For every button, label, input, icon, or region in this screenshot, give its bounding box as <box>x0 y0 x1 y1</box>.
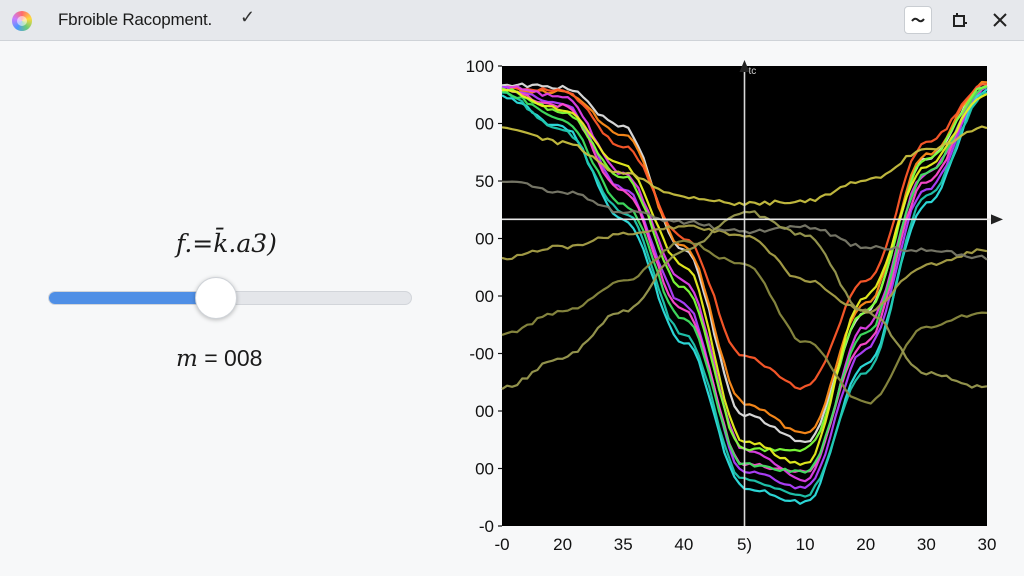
y-tick-label: 100 <box>466 57 494 76</box>
readout-symbol: m <box>176 346 198 372</box>
y-tick-label: -00 <box>469 345 494 364</box>
close-button[interactable] <box>986 6 1014 34</box>
y-tick-label: 00 <box>475 287 494 306</box>
x-tick-label: -0 <box>494 535 509 554</box>
app-logo-icon <box>12 11 32 31</box>
parameter-slider[interactable] <box>48 277 412 319</box>
x-tick-label: 20 <box>856 535 875 554</box>
y-tick-label: 50 <box>475 172 494 191</box>
y-tick-label: -0 <box>479 517 494 536</box>
x-tick-label: 30 <box>978 535 997 554</box>
x-tick-label: 20 <box>553 535 572 554</box>
slider-fill <box>49 292 216 304</box>
formula-label: f.=k̄.a3) <box>176 229 277 258</box>
chart-panel: tc 100 00 50 00 00 -00 00 00 -0 -0 20 35 40 5) 10 20 30 30 <box>440 56 1024 576</box>
slider-thumb[interactable] <box>194 277 237 319</box>
x-tick-label: 10 <box>796 535 815 554</box>
y-tick-label: 00 <box>475 230 494 249</box>
x-tick-label: 30 <box>917 535 936 554</box>
x-tick-label: 40 <box>674 535 693 554</box>
parameter-readout: m = 008 <box>176 345 262 372</box>
restore-icon <box>953 13 967 27</box>
y-tick-label: 00 <box>475 402 494 421</box>
window-title: Fbroible Racopment. <box>58 10 212 29</box>
checkmark-icon[interactable]: ✓ <box>240 7 255 28</box>
x-axis-arrow-icon <box>991 214 1003 225</box>
minimize-button[interactable] <box>904 6 932 34</box>
x-tick-label: 5) <box>737 535 752 554</box>
axis-caption: tc <box>749 66 757 77</box>
line-chart: tc 100 00 50 00 00 -00 00 00 -0-0 20 35 40 5) 10 20 30 30 <box>466 57 1003 554</box>
y-tick-label: 00 <box>475 115 494 134</box>
y-tick-label: 00 <box>475 460 494 479</box>
readout-value: 008 <box>224 345 263 371</box>
title-bar: Fbroible Racopment. ✓ <box>0 0 1024 41</box>
minimize-icon <box>911 17 925 23</box>
maximize-button[interactable] <box>946 6 974 34</box>
x-tick-label: 35 <box>614 535 633 554</box>
readout-equals: = <box>204 345 218 371</box>
close-icon <box>993 13 1007 27</box>
